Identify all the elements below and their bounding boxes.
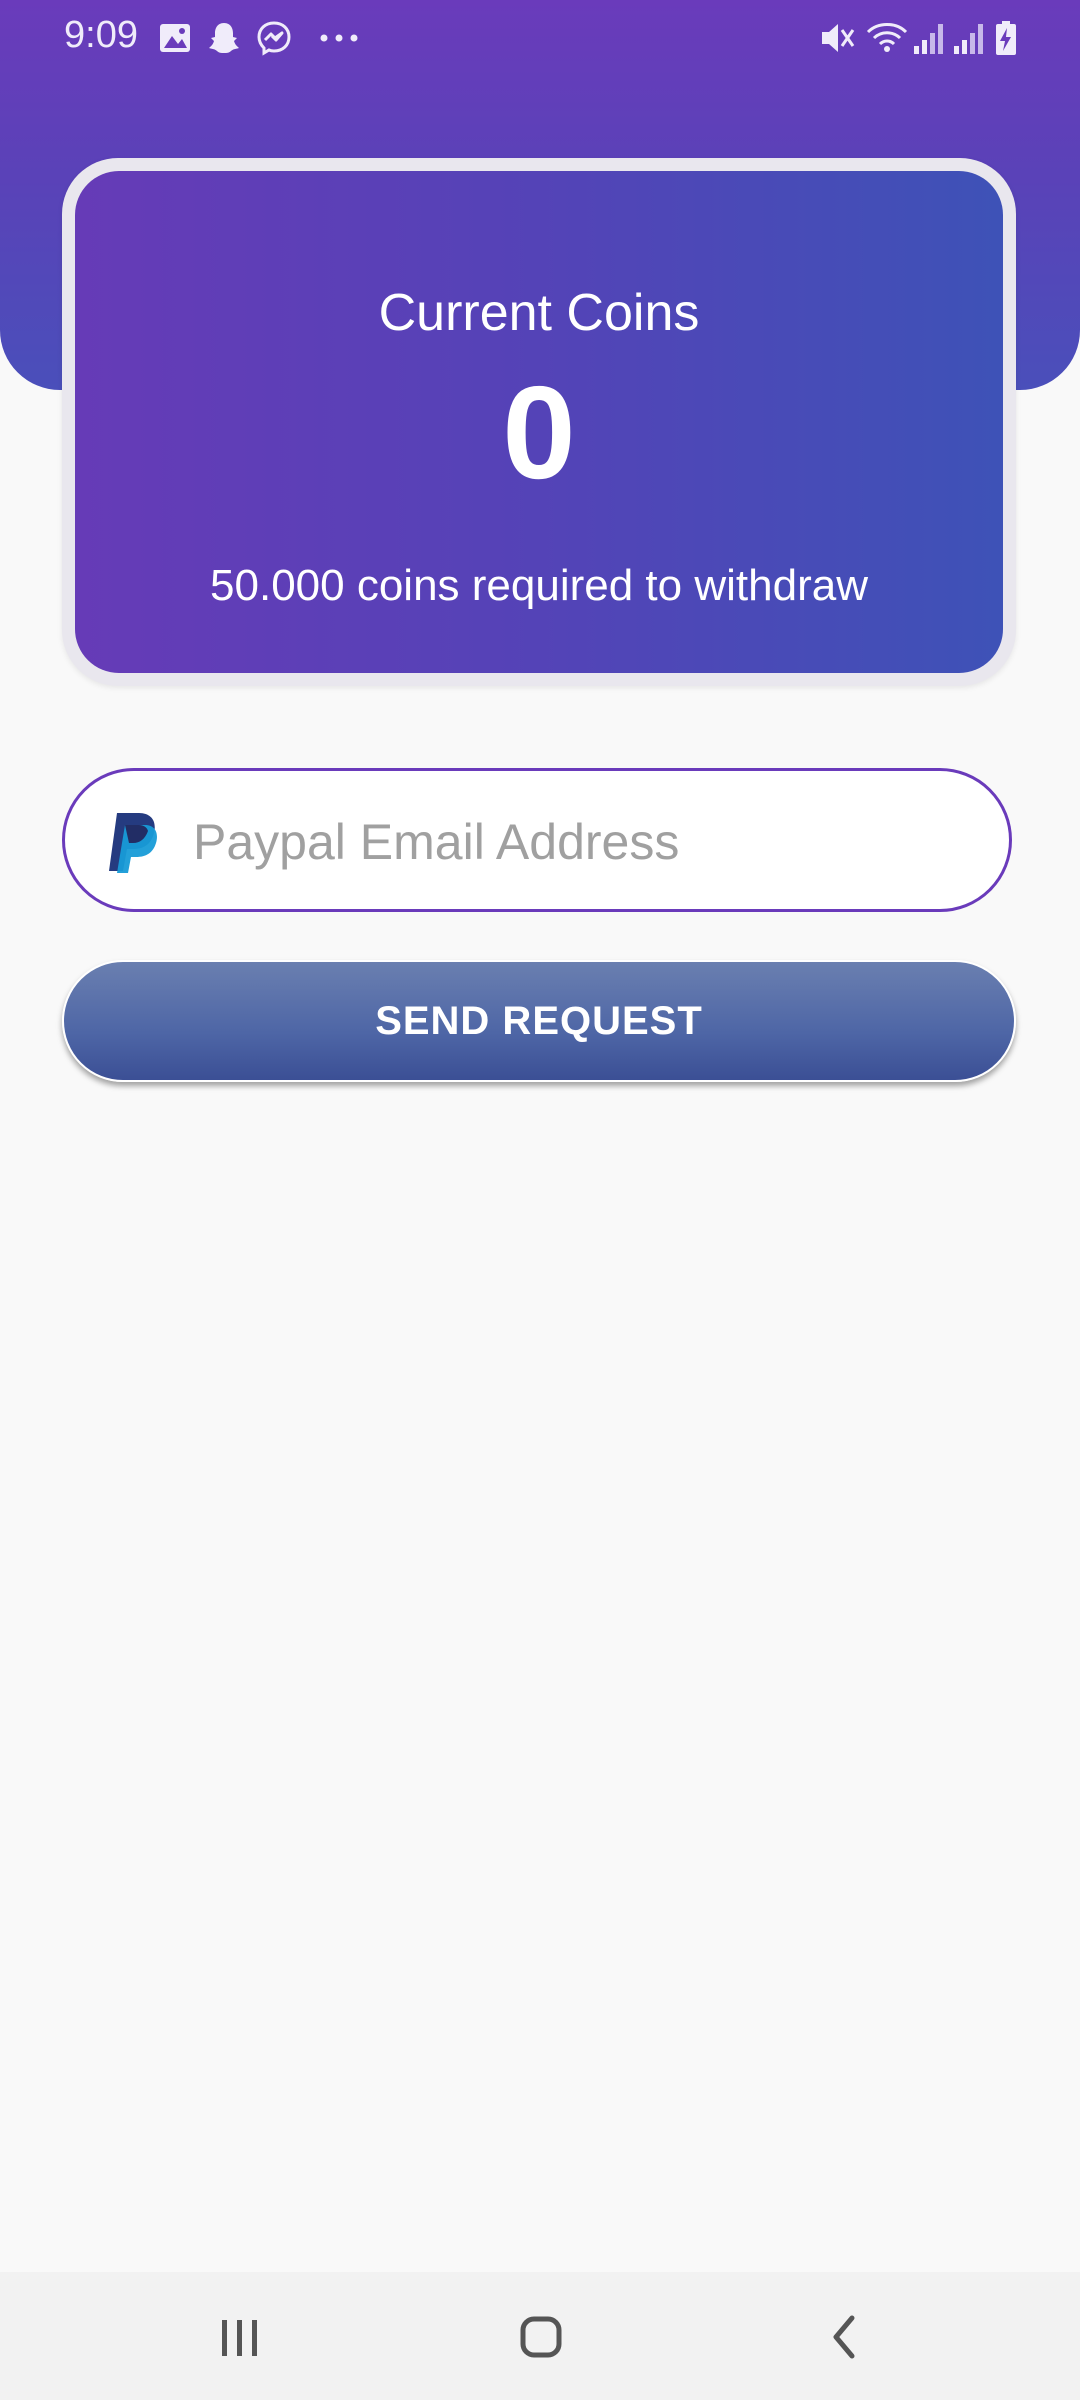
coins-card-frame: Current Coins 0 50.000 coins required to… xyxy=(62,158,1016,686)
signal-icon xyxy=(914,24,943,54)
wifi-icon xyxy=(866,23,908,52)
paypal-icon xyxy=(109,813,157,873)
coins-card: Current Coins 0 50.000 coins required to… xyxy=(75,171,1003,673)
snapchat-icon xyxy=(209,23,239,53)
gallery-icon xyxy=(160,24,190,52)
withdraw-requirement-text: 50.000 coins required to withdraw xyxy=(210,561,868,610)
battery-charging-icon xyxy=(996,21,1016,55)
home-icon[interactable] xyxy=(500,2302,580,2372)
paypal-email-input[interactable] xyxy=(191,791,985,893)
status-time: 9:09 xyxy=(64,14,138,56)
send-request-button[interactable]: SEND REQUEST xyxy=(62,960,1016,1082)
back-icon[interactable] xyxy=(804,2302,884,2372)
coins-card-title: Current Coins xyxy=(378,284,700,342)
messenger-icon xyxy=(257,21,291,56)
paypal-email-field[interactable] xyxy=(62,768,1012,912)
recent-apps-icon[interactable] xyxy=(200,2302,280,2372)
mute-icon xyxy=(822,24,855,52)
signal-icon xyxy=(954,24,983,54)
status-bar: 9:09 xyxy=(0,0,1080,80)
current-coins-value: 0 xyxy=(502,359,576,506)
more-dots-icon xyxy=(320,34,358,42)
system-navigation-bar xyxy=(0,2272,1080,2400)
